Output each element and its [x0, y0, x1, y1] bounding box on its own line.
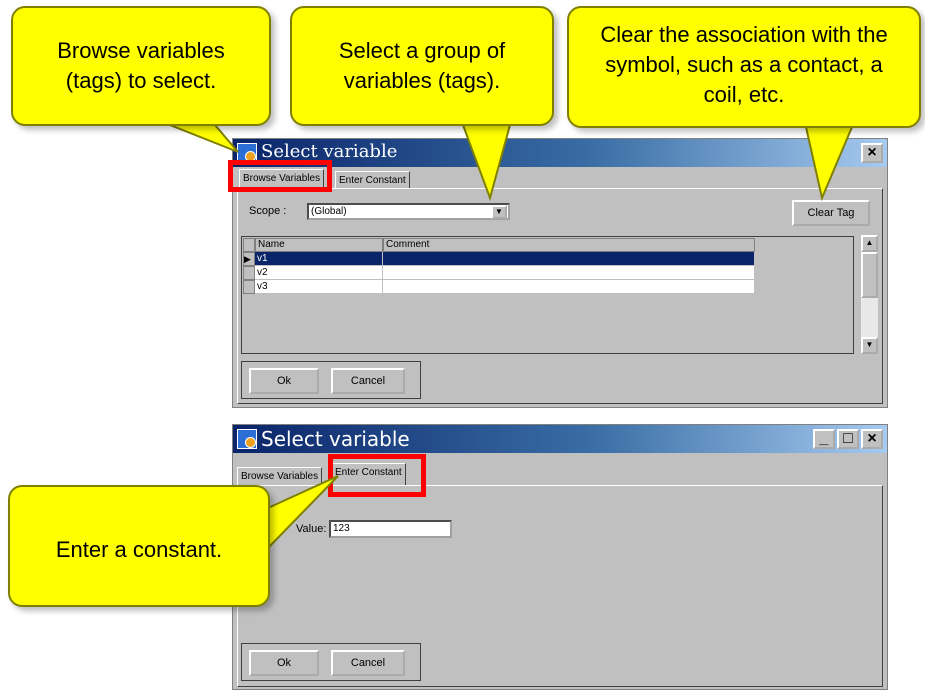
tail-group [461, 124, 512, 202]
callout-group: Select a group of variables (tags). [290, 6, 554, 126]
tail-browse [169, 124, 239, 153]
callout-browse: Browse variables (tags) to select. [11, 6, 271, 126]
tail-constant [267, 475, 339, 551]
callout-clear: Clear the association with the symbol, s… [567, 6, 921, 128]
tail-clear [804, 126, 854, 202]
callout-constant: Enter a constant. [8, 485, 270, 607]
